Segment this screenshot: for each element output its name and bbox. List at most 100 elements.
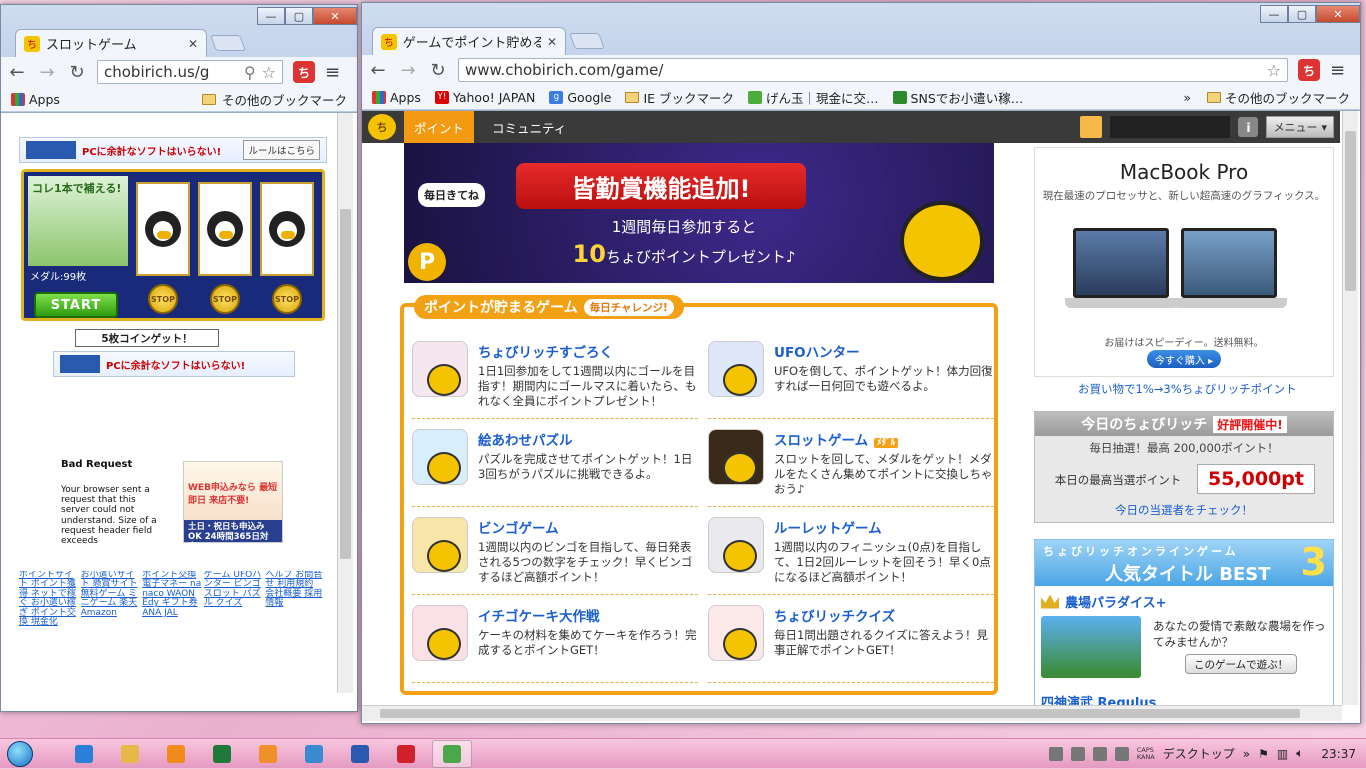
maximize-button[interactable]: ▢ [1288,5,1316,23]
ad-banner-2[interactable]: PCに余計なソフトはいらない! [53,351,295,377]
bookmarks-overflow-button[interactable]: » [1183,90,1191,105]
game-icon[interactable] [708,429,764,485]
game-icon[interactable] [412,517,468,573]
minimize-button[interactable]: — [1260,5,1288,23]
check-winners-link[interactable]: 今日の当選者をチェック！ [1035,502,1333,518]
farm-game-image[interactable] [1041,616,1141,678]
game-title-link[interactable]: 絵あわせパズル [478,429,698,449]
stop-button-1[interactable]: STOP [148,284,178,314]
online-game-1[interactable]: 農場パラダイス+ [1041,592,1167,611]
desktop-toolbar[interactable]: デスクトップ [1163,745,1235,762]
footer-links[interactable]: お小遣いサイト 懸賞サイト 無料ゲーム ミニゲーム 楽天 Amazon [81,571,141,691]
bookmark-apps[interactable]: Apps [372,90,421,105]
chevron-right-icon[interactable]: » [1243,747,1250,761]
back-icon[interactable]: ← [368,60,388,81]
slot-promo[interactable]: コレ1本で補える! [28,176,128,266]
game-icon[interactable] [708,341,764,397]
keyboard-icon[interactable] [1070,746,1085,761]
info-icon[interactable]: i [1238,117,1259,137]
settings-icon[interactable] [1092,746,1107,761]
game-icon[interactable] [412,341,468,397]
game-item[interactable]: ちょびリッチクイズ 毎日1問出題されるクイズに答えよう！見事正解でポイントGET！ [708,599,994,683]
game-item[interactable]: ちょびリッチすごろく 1日1回参加をして1週間以内にゴールを目指す！期間内にゴール… [412,335,698,419]
game-item[interactable]: 絵あわせパズル パズルを完成させてポイントゲット！1日3回ちがうパズルに挑戦できる… [412,423,698,507]
tab-close-icon[interactable]: ✕ [188,37,198,51]
volume-icon[interactable]: 🔈︎ [1296,746,1303,761]
taskbar-app-button[interactable] [202,740,242,768]
close-button[interactable]: ✕ [313,7,357,25]
help-icon[interactable] [1114,746,1129,761]
scroll-thumb[interactable] [340,209,351,559]
tab-slot-game[interactable]: ち スロットゲーム ✕ [15,29,207,57]
macbook-ad[interactable]: MacBook Pro 現在最速のプロセッサと、新しい超高速のグラフィックス。 … [1034,147,1334,377]
game-title-link[interactable]: スロットゲーム ﾒﾀﾞﾙ [774,429,994,449]
bookmark-yahoo[interactable]: Y! Yahoo! JAPAN [434,90,535,105]
ime-icon[interactable] [1048,746,1063,761]
bookmark-apps[interactable]: Apps [11,92,60,107]
tab-game-points[interactable]: ち ゲームでポイント貯める ✕ [372,27,566,55]
play-game-button[interactable]: このゲームで遊ぶ！ [1185,654,1298,674]
close-button[interactable]: ✕ [1316,5,1360,23]
footer-links[interactable]: ポイント交換 電子マネー nanaco WAON Edy ギフト券 ANA JA… [142,571,202,691]
bookmark-other[interactable]: その他のブックマーク [1206,88,1350,107]
scroll-thumb[interactable] [380,709,1300,718]
game-item[interactable]: イチゴケーキ大作戦 ケーキの材料を集めてケーキを作ろう！完成するとポイントGET！ [412,599,698,683]
reload-icon[interactable]: ↻ [428,60,448,81]
horizontal-scrollbar[interactable] [362,705,1342,721]
game-icon[interactable] [412,605,468,661]
extension-icon[interactable]: ち [293,61,315,83]
network-icon[interactable]: ▥ [1277,747,1288,761]
game-title-link[interactable]: ルーレットゲーム [774,517,994,537]
loan-ad[interactable]: WEB申込みなら 最短即日 来店不要! 土日・祝日も申込みOK 24時間365日… [183,461,283,552]
ad-banner[interactable]: PCに余計なソフトはいらない! ルールはこちら [19,137,327,163]
forward-icon[interactable]: → [398,60,418,81]
site-tab-points[interactable]: ポイント [404,111,475,143]
address-bar[interactable]: chobirich.us/g ⚲ ☆ [97,60,283,84]
vertical-scrollbar[interactable] [337,113,353,693]
bookmark-sns[interactable]: SNSでお小遣い稼… [892,88,1023,107]
attendance-banner[interactable]: 毎日きてね 皆勤賞機能追加! 1週間毎日参加すると 10ちょびポイントプレゼント… [404,143,994,283]
taskbar-app-button[interactable] [248,740,288,768]
footer-links[interactable]: ヘルプ お問合せ 利用規約 会社概要 採用情報 [265,571,325,691]
site-tab-community[interactable]: コミュニティ [482,111,576,143]
address-bar[interactable]: www.chobirich.com/game/ ☆ [458,58,1288,82]
menu-button[interactable]: メニュー ▾ [1266,116,1334,138]
bookmark-google[interactable]: g Google [549,90,611,105]
stop-button-2[interactable]: STOP [210,284,240,314]
vertical-scrollbar[interactable] [1342,111,1358,705]
new-tab-button[interactable] [569,33,605,49]
forward-icon[interactable]: → [37,62,57,83]
extension-icon[interactable]: ち [1298,59,1320,81]
flag-icon[interactable]: ⚑ [1258,747,1269,761]
game-icon[interactable] [412,429,468,485]
bookmark-gendama[interactable]: げん玉｜現金に交… [748,88,879,107]
game-title-link[interactable]: ちょびリッチすごろく [478,341,698,361]
footer-links[interactable]: ポイントサイト ポイント獲得 ネットで稼ぐ お小遣い稼ぎ ポイント交換 現金化 [19,571,79,691]
buy-now-button[interactable]: 今すぐ購入 ▸ [1147,350,1221,368]
clock[interactable]: 23:37 [1321,747,1356,761]
user-avatar-icon[interactable] [1080,116,1103,138]
start-button[interactable] [0,739,40,769]
bookmark-ie-folder[interactable]: IE ブックマーク [625,88,734,107]
game-icon[interactable] [708,605,764,661]
game-item[interactable]: ビンゴゲーム 1週間以内のビンゴを目指して、毎日発表される5つの数字をチェック！早… [412,511,698,595]
scroll-thumb[interactable] [1345,131,1356,291]
rules-button[interactable]: ルールはこちら [243,140,320,160]
game-item[interactable]: スロットゲーム ﾒﾀﾞﾙ スロットを回して、メダルをゲット！メダルをたくさん集めてポ… [708,423,994,507]
back-icon[interactable]: ← [7,62,27,83]
chrome-menu-icon[interactable]: ≡ [325,62,340,83]
taskbar-app-button[interactable] [64,740,104,768]
game-title-link[interactable]: ちょびリッチクイズ [774,605,994,625]
reload-icon[interactable]: ↻ [67,62,87,83]
shopping-points-link[interactable]: お買い物で1%→3%ちょびリッチポイント [1078,381,1297,397]
bookmark-other[interactable]: その他のブックマーク [201,90,347,109]
stop-button-3[interactable]: STOP [272,284,302,314]
taskbar-app-button[interactable] [432,739,472,768]
game-item[interactable]: UFOハンター UFOを倒して、ポイントゲット！体力回復すれば一日何回でも遊べるよ… [708,335,994,419]
taskbar-app-button[interactable] [340,740,380,768]
taskbar-app-button[interactable] [386,740,426,768]
maximize-button[interactable]: ▢ [285,7,313,25]
taskbar-app-button[interactable] [110,740,150,768]
game-item[interactable]: ルーレットゲーム 1週間以内のフィニッシュ(0点)を目指して、1日2回ルーレットを… [708,511,994,595]
footer-links[interactable]: ゲーム UFOハンター ビンゴ スロット パズル クイズ [204,571,264,691]
